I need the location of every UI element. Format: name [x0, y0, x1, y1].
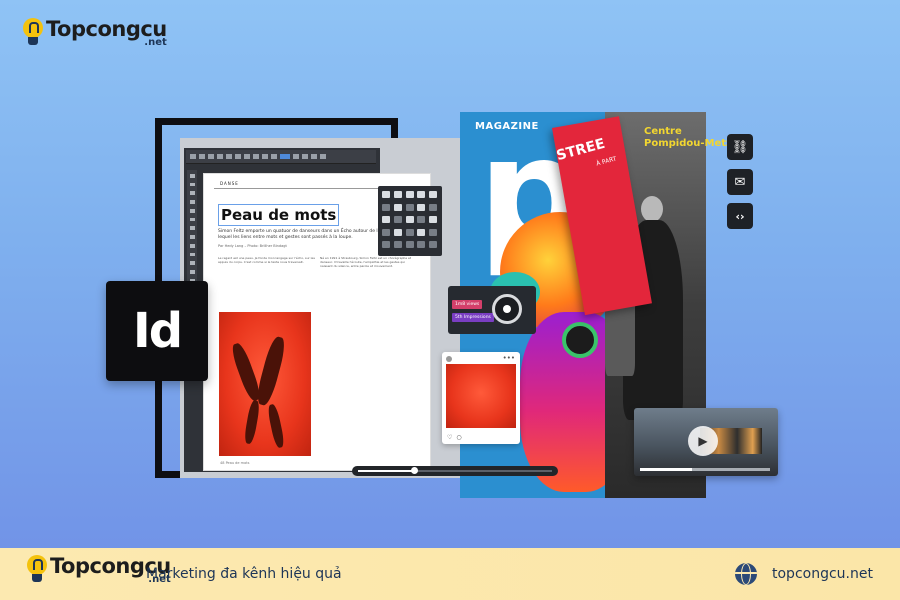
- more-icon[interactable]: •••: [503, 354, 515, 362]
- footer-tagline: Marketing đa kênh hiệu quả: [146, 566, 342, 582]
- dial-knob[interactable]: [492, 294, 522, 324]
- scrubber-knob[interactable]: [411, 467, 419, 474]
- body-column-1: Le regard est une peau. Je fonde mon lan…: [218, 256, 315, 264]
- magazine-centre-text: Centre Pompidou-Metz: [644, 126, 732, 149]
- topcongcu-logo: Topcongcu .net: [22, 18, 167, 48]
- section-label: DANSE: [220, 181, 239, 186]
- post-image[interactable]: [446, 364, 516, 428]
- views-tag: 1m8 views: [452, 300, 483, 309]
- social-post-card[interactable]: ••• ♡ ○: [442, 352, 520, 444]
- glyphs-panel[interactable]: [378, 186, 442, 256]
- indesign-app-icon: Id: [106, 281, 208, 381]
- impressions-tag: 5th Impressions: [452, 313, 494, 322]
- lightbulb-icon: [26, 555, 48, 585]
- app-icon-label: Id: [132, 303, 183, 359]
- heart-icon[interactable]: ♡: [447, 434, 452, 441]
- dancers-photo[interactable]: [219, 312, 311, 456]
- post-avatar: [446, 356, 452, 362]
- page-footer: 48 Peau de mots: [220, 461, 250, 465]
- play-icon[interactable]: ▶: [688, 426, 718, 456]
- timeline-scrubber[interactable]: [352, 466, 558, 476]
- video-progress[interactable]: [640, 468, 770, 471]
- footer-site-link[interactable]: topcongcu.net: [772, 566, 873, 582]
- globe-icon: [735, 563, 757, 585]
- control-toolbar[interactable]: [186, 150, 376, 164]
- article-byline: Par Hedy Lang – Photo: Brillher Bindagt: [218, 244, 287, 248]
- article-headline[interactable]: Peau de mots: [218, 204, 340, 226]
- comment-icon[interactable]: ○: [456, 434, 461, 441]
- link-icon[interactable]: ⛓: [727, 134, 753, 160]
- mail-icon[interactable]: ✉: [727, 169, 753, 195]
- body-column-2: Né en 1991 à Strasbourg, Simon Feltz est…: [320, 256, 412, 268]
- magazine-label: MAGAZINE: [475, 121, 539, 132]
- lightbulb-icon: [22, 18, 44, 48]
- code-icon[interactable]: ‹›: [727, 203, 753, 229]
